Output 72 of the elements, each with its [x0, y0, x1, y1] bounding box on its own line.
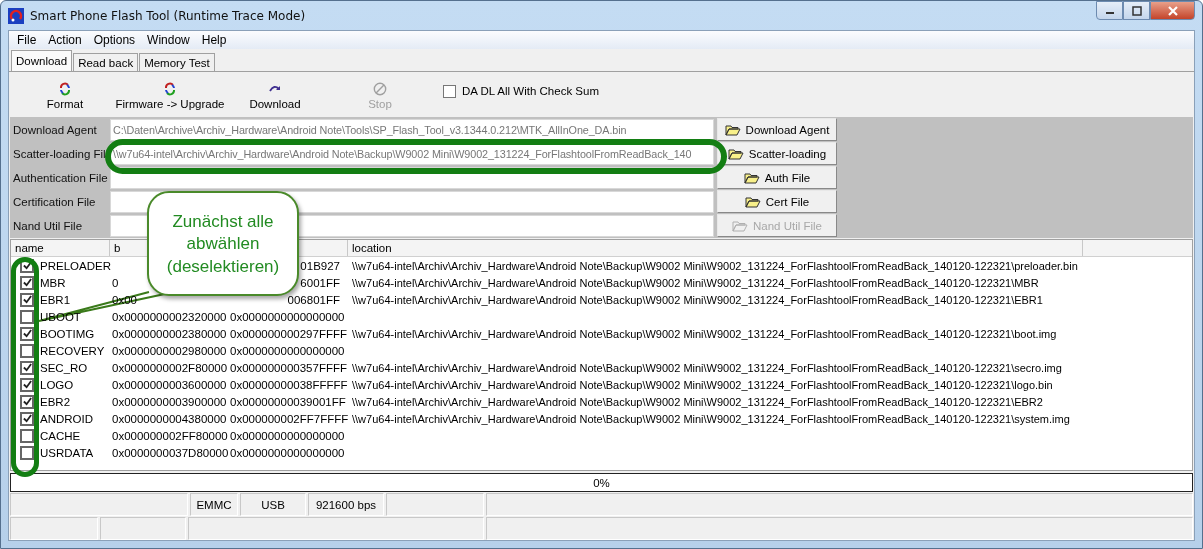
tab[interactable]: Read back	[73, 53, 139, 71]
column-header[interactable]: name	[11, 240, 110, 256]
table-cell: 6001FF	[300, 276, 340, 289]
toolbar-button[interactable]: Firmware -> Upgrade	[115, 82, 225, 110]
status-field: EMMC	[190, 493, 238, 516]
table-cell: \\w7u64-intel\Archiv\Archiv_Hardware\Android Note\Backup\W9002 Mini\W9002_131224_ForFlashtoolFromReadBack_140120-122321\EBR1	[352, 293, 1043, 306]
tab[interactable]: Memory Test	[139, 53, 215, 71]
table-cell: \\w7u64-intel\Archiv\Archiv_Hardware\Android Note\Backup\W9002 Mini\W9002_131224_ForFlashtoolFromReadBack_140120-122321\logo.bin	[352, 378, 1053, 391]
table-cell: 0x000000000357FFFF	[230, 361, 347, 374]
table-cell: BOOTIMG	[40, 327, 95, 340]
menu-item[interactable]: Help	[195, 33, 233, 47]
path-field[interactable]: C:\Daten\Archive\Archiv_Hardware\Android Note\Tools\SP_Flash_Tool_v3.1344.0.212\MTK_AllInOne_DA.bin	[110, 119, 714, 141]
table-cell: \\w7u64-intel\Archiv\Archiv_Hardware\Android Note\Backup\W9002 Mini\W9002_131224_ForFlashtoolFromReadBack_140120-122321\secro.img	[352, 361, 1062, 374]
table-cell: EBR1	[40, 293, 71, 306]
table-cell: \\w7u64-intel\Archiv\Archiv_Hardware\Android Note\Backup\W9002 Mini\W9002_131224_ForFlashtoolFromReadBack_140120-122321\preloader.bin	[352, 259, 1078, 272]
table-cell: 0x00000000038FFFFF	[230, 378, 348, 391]
progress-text: 0%	[593, 476, 610, 489]
table-cell: 0x0000000003600000	[112, 378, 227, 391]
table-cell: \\w7u64-intel\Archiv\Archiv_Hardware\Android Note\Backup\W9002 Mini\W9002_131224_ForFlashtoolFromReadBack_140120-122321\system.img	[352, 412, 1070, 425]
table-cell: 0x0000000000000000	[230, 344, 345, 357]
table-cell: 0x0000000002380000	[112, 327, 227, 340]
table-cell: 0x000000002FF7FFFF	[230, 412, 349, 425]
table-cell: 0x0000000002980000	[112, 344, 227, 357]
column-header[interactable]: location	[348, 240, 1083, 256]
table-cell: 0	[112, 276, 119, 289]
status-field: USB	[240, 493, 306, 516]
menu-item[interactable]: Options	[87, 33, 142, 47]
table-cell: 006801FF	[287, 293, 340, 306]
table-cell: 0x0000000000000000	[230, 310, 345, 323]
table-cell: PRELOADER	[40, 259, 111, 272]
table-cell: 0x0000000004380000	[112, 412, 227, 425]
table-cell: RECOVERY	[40, 344, 105, 357]
table-cell: 0x0000000037D80000	[112, 446, 229, 459]
table-cell: 0x0000000000000000	[230, 446, 345, 459]
toolbar-button[interactable]: Download	[225, 82, 325, 110]
table-cell: ANDROID	[40, 412, 94, 425]
status-field: 921600 bps	[308, 493, 384, 516]
browse-button[interactable]: Cert File	[717, 190, 837, 213]
table-cell: 0x0000000003900000	[112, 395, 227, 408]
table-cell: 0x0000000002320000	[112, 310, 227, 323]
menu-item[interactable]: Window	[141, 33, 196, 47]
field-label: Nand Util File	[12, 218, 84, 234]
field-label: Certification File	[12, 194, 97, 210]
table-cell: 0x000000002FF80000	[112, 429, 228, 442]
table-cell: MBR	[40, 276, 66, 289]
table-cell: \\w7u64-intel\Archiv\Archiv_Hardware\Android Note\Backup\W9002 Mini\W9002_131224_ForFlashtoolFromReadBack_140120-122321\boot.img	[352, 327, 1057, 340]
table-cell: \\w7u64-intel\Archiv\Archiv_Hardware\Android Note\Backup\W9002 Mini\W9002_131224_ForFlashtoolFromReadBack_140120-122321\EBR2	[352, 395, 1043, 408]
table-cell: USRDATA	[40, 446, 94, 459]
tab[interactable]: Download	[11, 50, 73, 71]
menu-item[interactable]: File	[11, 33, 43, 47]
field-label: Scatter-loading Fil	[12, 146, 107, 162]
browse-button[interactable]: Download Agent	[717, 118, 837, 141]
window-title: Smart Phone Flash Tool (Runtime Trace Mode)	[30, 8, 306, 23]
table-cell: EBR2	[40, 395, 71, 408]
toolbar-button[interactable]: Format	[15, 82, 115, 110]
table-cell: 0x00000000039001FF	[230, 395, 346, 408]
field-label: Authentication File	[12, 170, 109, 186]
browse-button[interactable]: Scatter-loading	[717, 142, 837, 165]
table-cell: 0x000000000297FFFF	[230, 327, 347, 340]
browse-button[interactable]: Auth File	[717, 166, 837, 189]
table-cell: SEC_RO	[40, 361, 88, 374]
table-cell: \\w7u64-intel\Archiv\Archiv_Hardware\Android Note\Backup\W9002 Mini\W9002_131224_ForFlashtoolFromReadBack_140120-122321\MBR	[352, 276, 1039, 289]
table-cell: 0x0000000002F80000	[112, 361, 228, 374]
table-cell: LOGO	[40, 378, 74, 391]
menu-item[interactable]: Action	[42, 33, 88, 47]
table-cell: CACHE	[40, 429, 81, 442]
callout-tooltip: Zunächst alle abwählen (deselektieren)	[147, 191, 299, 296]
checkbox-label: DA DL All With Check Sum	[462, 85, 599, 97]
path-field[interactable]: \\w7u64-intel\Archiv\Archiv_Hardware\Android Note\Backup\W9002 Mini\W9002_131224_ForFlashtoolFromReadBack_140	[110, 143, 714, 165]
table-cell: 0x0000000000000000	[230, 429, 345, 442]
field-label: Download Agent	[12, 122, 98, 138]
table-cell: 01B927	[300, 259, 340, 272]
